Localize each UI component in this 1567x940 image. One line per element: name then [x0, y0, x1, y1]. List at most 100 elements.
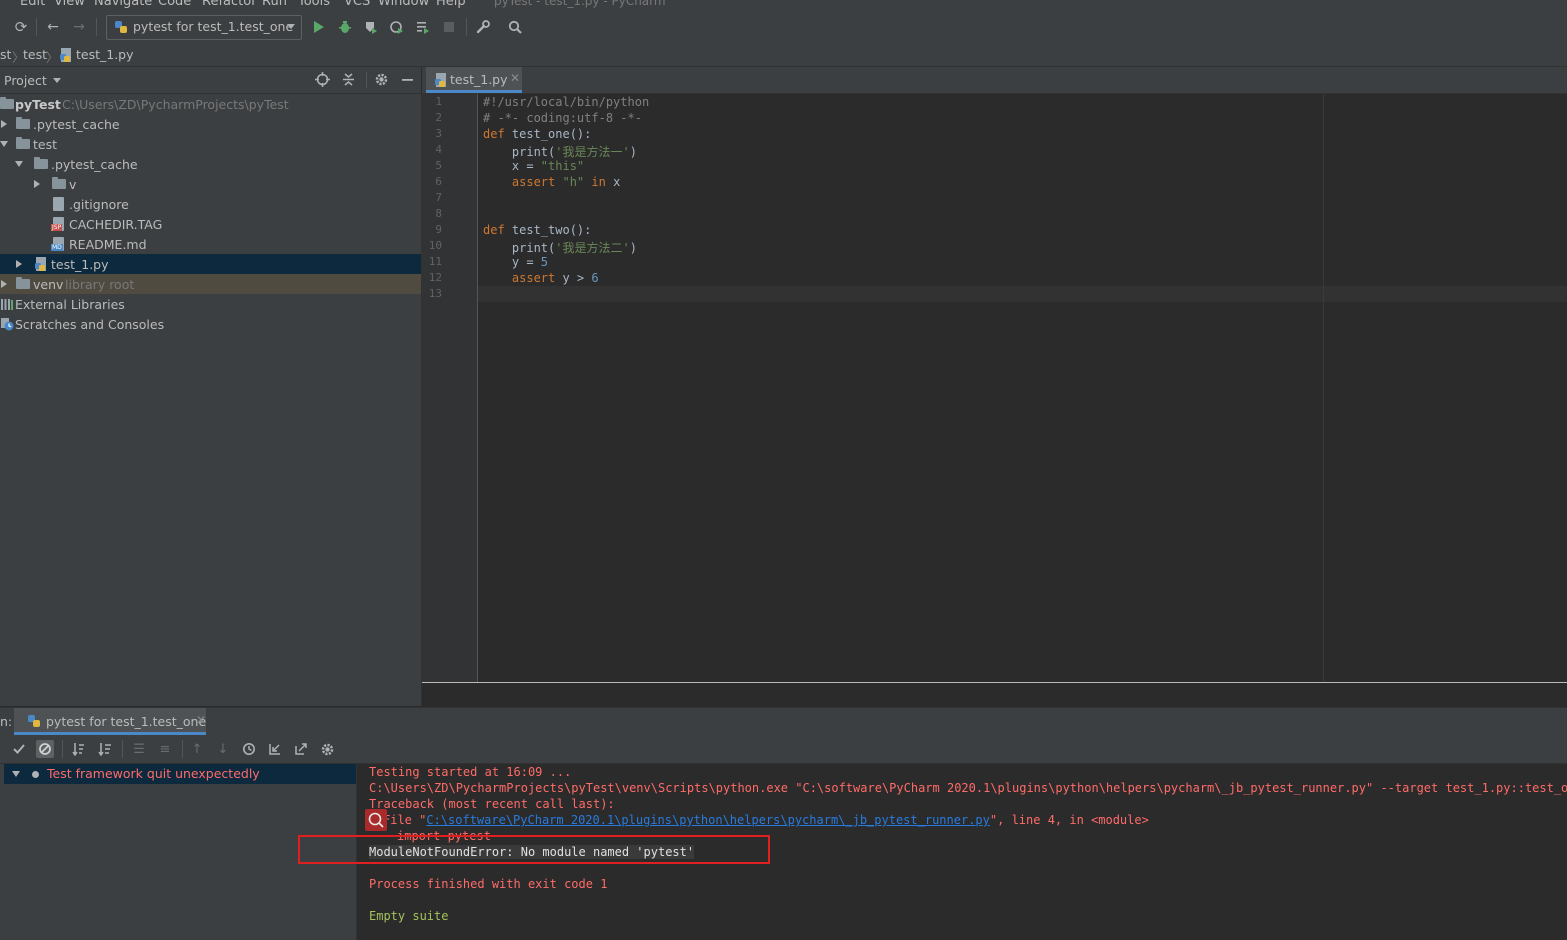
close-icon[interactable]: ✕	[510, 71, 520, 85]
menu-tools[interactable]: Tools	[298, 0, 330, 9]
sort-alphabetically-icon[interactable]	[70, 740, 88, 758]
gear-icon[interactable]	[318, 740, 336, 758]
menu-code[interactable]: Code	[158, 0, 191, 9]
tree-item-test-pytest-cache[interactable]: .pytest_cache	[0, 154, 421, 174]
line-number: 5	[435, 159, 442, 172]
search-icon[interactable]	[506, 18, 524, 36]
line-number: 11	[428, 255, 442, 268]
stop-icon[interactable]	[440, 18, 458, 36]
python-file-icon	[435, 73, 446, 87]
console-line: Traceback (most recent call last):	[369, 797, 615, 811]
line-number: 9	[435, 223, 442, 236]
back-icon[interactable]: ←	[44, 18, 62, 36]
import-tests-icon[interactable]	[266, 740, 284, 758]
folder-icon	[0, 97, 14, 109]
test-result-row[interactable]: Test framework quit unexpectedly	[4, 764, 356, 784]
tree-item-cachedir-tag[interactable]: JSP CACHEDIR.TAG	[0, 214, 421, 234]
gear-icon[interactable]	[374, 72, 389, 87]
run-config-dropdown[interactable]: pytest for test_1.test_one	[106, 15, 302, 40]
expand-all-icon[interactable]: ☰	[130, 740, 148, 758]
console-file-link[interactable]: C:\software\PyCharm 2020.1\plugins\pytho…	[426, 813, 990, 827]
concurrency-icon[interactable]	[414, 18, 432, 36]
tree-item-hint: library root	[65, 277, 135, 292]
locate-icon[interactable]	[315, 72, 330, 87]
library-icon	[1, 299, 13, 310]
chevron-right-icon[interactable]	[1, 120, 7, 128]
coverage-icon[interactable]	[362, 18, 380, 36]
collapse-all-icon[interactable]	[341, 72, 356, 87]
folder-icon	[16, 277, 30, 289]
chevron-down-icon[interactable]	[53, 78, 61, 83]
menu-view[interactable]: View	[54, 0, 85, 9]
header-separator	[366, 72, 367, 88]
console-line: C:\Users\ZD\PycharmProjects\pyTest\venv\…	[369, 781, 1567, 795]
code-line: assert "h" in x	[511, 175, 621, 189]
show-passed-icon[interactable]	[10, 740, 28, 758]
search-icon[interactable]	[365, 809, 387, 831]
debug-icon[interactable]	[336, 18, 354, 36]
chevron-down-icon[interactable]	[12, 771, 20, 777]
tree-item-external-libraries[interactable]: External Libraries	[0, 294, 421, 314]
run-icon[interactable]	[310, 18, 328, 36]
chevron-right-icon[interactable]	[16, 260, 22, 268]
chevron-right-icon[interactable]	[34, 180, 40, 188]
minimize-icon[interactable]	[400, 72, 415, 87]
close-icon[interactable]: ✕	[196, 713, 206, 727]
tree-item-test[interactable]: test	[0, 134, 421, 154]
breadcrumb-file[interactable]: test_1.py	[76, 47, 134, 62]
line-number-gutter: 1 2 3 4 5 6 7 8 9 10 11 12 13	[422, 94, 478, 682]
menu-vcs[interactable]: VCS	[344, 0, 370, 9]
tree-item-scratches[interactable]: Scratches and Consoles	[0, 314, 421, 334]
tree-item-readme[interactable]: MD README.md	[0, 234, 421, 254]
tree-item-pytest-cache[interactable]: .pytest_cache	[0, 114, 421, 134]
tree-item-gitignore[interactable]: .gitignore	[0, 194, 421, 214]
run-panel-prefix: n:	[0, 714, 13, 729]
line-number: 12	[428, 271, 442, 284]
toolbar-separator	[62, 740, 63, 758]
forward-icon[interactable]: →	[70, 18, 88, 36]
breadcrumb-root[interactable]: st	[0, 47, 11, 62]
show-ignored-icon[interactable]	[36, 740, 54, 758]
collapse-all-icon[interactable]: ≡	[156, 740, 174, 758]
chevron-down-icon[interactable]	[15, 161, 23, 167]
chevron-down-icon[interactable]	[0, 141, 8, 147]
menu-edit[interactable]: Edit	[20, 0, 45, 9]
sync-icon[interactable]: ⟳	[12, 18, 30, 36]
tree-item-venv[interactable]: venv library root	[0, 274, 421, 294]
console-text: File "	[383, 813, 427, 827]
tree-item-label: External Libraries	[15, 297, 125, 312]
run-tab[interactable]: pytest for test_1.test_one ✕	[14, 708, 206, 735]
tree-item-label: venv	[33, 277, 64, 292]
breadcrumb-folder[interactable]: test	[23, 47, 47, 62]
profile-icon[interactable]	[388, 18, 406, 36]
folder-icon	[34, 157, 48, 169]
project-panel-title[interactable]: Project	[4, 73, 47, 88]
wrench-icon[interactable]	[474, 18, 492, 36]
console-line: Testing started at 16:09 ...	[369, 765, 572, 779]
tree-item-test-1-py[interactable]: test_1.py	[0, 254, 421, 274]
menu-refactor[interactable]: Refactor	[202, 0, 257, 9]
previous-failed-icon[interactable]: ↑	[188, 740, 206, 758]
sort-by-duration-icon[interactable]	[96, 740, 114, 758]
tree-item-label: .pytest_cache	[51, 157, 138, 172]
console-line: Empty suite	[369, 909, 449, 923]
tab-test-1-py[interactable]: test_1.py ✕	[426, 67, 522, 93]
menu-navigate[interactable]: Navigate	[94, 0, 152, 9]
chevron-right-icon[interactable]	[1, 280, 7, 288]
tree-item-pytest-root[interactable]: pyTest C:\Users\ZD\PycharmProjects\pyTes…	[0, 94, 421, 114]
history-icon[interactable]	[240, 740, 258, 758]
toolbar-separator	[122, 740, 123, 758]
export-results-icon[interactable]	[292, 740, 310, 758]
code-editor[interactable]: #!/usr/local/bin/python # -*- coding:utf…	[478, 94, 1567, 682]
code-line: print('我是方法二')	[483, 241, 637, 255]
next-failed-icon[interactable]: ↓	[214, 740, 232, 758]
menu-run[interactable]: Run	[262, 0, 287, 9]
tree-item-v[interactable]: v	[0, 174, 421, 194]
editor-tab-bar: test_1.py ✕	[422, 67, 1567, 94]
menu-help[interactable]: Help	[436, 0, 466, 9]
chevron-down-icon	[287, 24, 295, 29]
tree-item-label: CACHEDIR.TAG	[69, 217, 163, 232]
pytest-icon	[28, 715, 40, 727]
toolbar-separator	[466, 18, 467, 36]
menu-window[interactable]: Window	[378, 0, 429, 9]
